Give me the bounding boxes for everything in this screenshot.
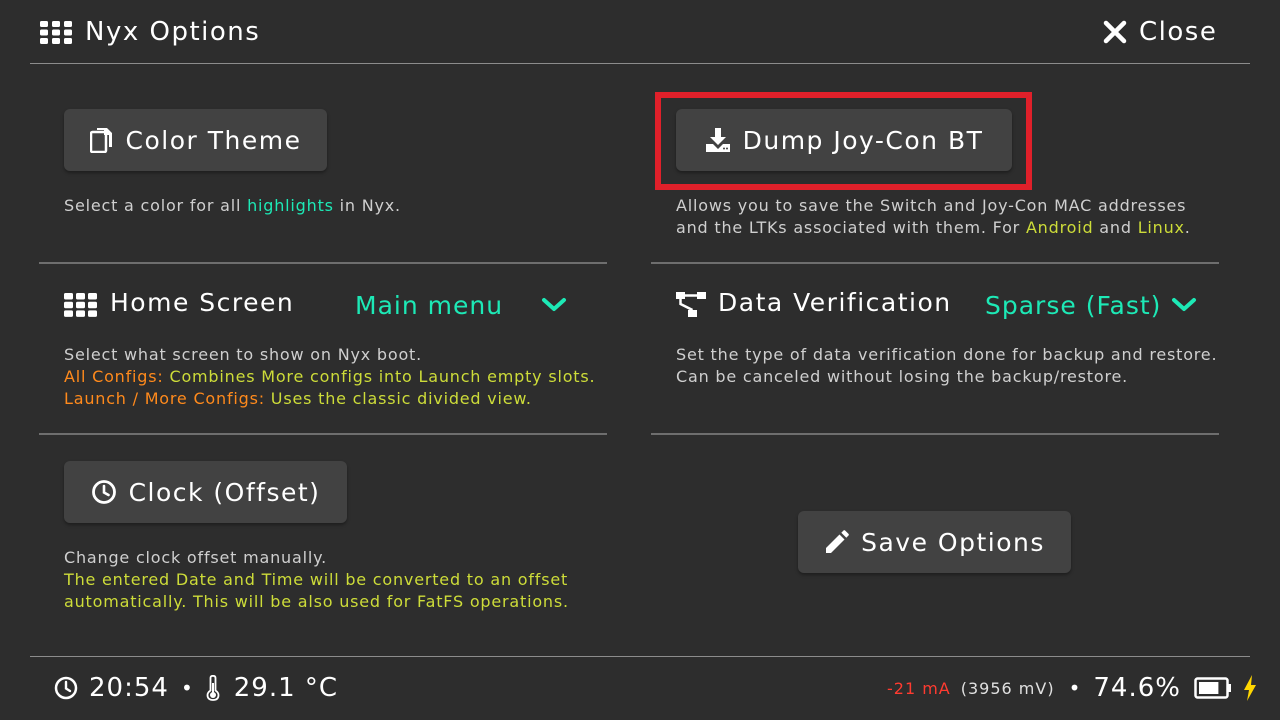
separator: •: [180, 676, 194, 700]
status-bar: 20:54 • 29.1 °C -21 mA (3956 mV) • 74.6%: [0, 666, 1280, 710]
color-theme-description: Select a color for all highlights in Nyx…: [64, 196, 401, 215]
footer-divider: [30, 656, 1250, 657]
close-label: Close: [1139, 17, 1218, 47]
temperature: 29.1 °C: [233, 673, 339, 703]
clock-icon: [91, 480, 116, 504]
clock-offset-label: Clock (Offset): [128, 477, 321, 507]
battery-current: -21 mA: [887, 678, 951, 698]
separator: •: [1068, 676, 1082, 700]
clock-time: 20:54: [89, 673, 169, 703]
close-button[interactable]: Close: [1103, 14, 1217, 50]
clock-icon: [54, 676, 78, 700]
data-verification-description: Set the type of data verification done f…: [676, 345, 1218, 386]
section-divider: [651, 433, 1219, 435]
save-options-label: Save Options: [861, 527, 1045, 557]
header-divider: [30, 63, 1250, 64]
home-screen-label: Home Screen: [110, 288, 295, 317]
close-icon: [1103, 20, 1127, 44]
thermometer-icon: [206, 675, 220, 701]
save-options-button[interactable]: Save Options: [798, 511, 1071, 573]
pencil-icon: [826, 529, 849, 553]
apps-grid-icon: [40, 21, 72, 44]
chevron-down-icon: [1172, 298, 1196, 311]
battery-voltage: (3956 mV): [960, 678, 1055, 698]
clock-offset-button[interactable]: Clock (Offset): [64, 461, 347, 523]
home-grid-icon: [64, 293, 97, 317]
data-verification-label: Data Verification: [718, 288, 952, 317]
color-theme-label: Color Theme: [125, 125, 302, 155]
home-screen-selected: Main menu: [355, 290, 504, 320]
home-screen-dropdown[interactable]: Main menu: [355, 288, 567, 322]
home-screen-description: Select what screen to show on Nyx boot. …: [64, 345, 596, 408]
section-divider: [39, 433, 607, 435]
highlight-box: [655, 92, 1032, 190]
section-divider: [651, 262, 1219, 264]
sitemap-icon: [676, 292, 706, 317]
dump-joycon-description: Allows you to save the Switch and Joy-Co…: [676, 196, 1191, 237]
data-verification-selected: Sparse (Fast): [985, 290, 1162, 320]
clock-description: Change clock offset manually. The entere…: [64, 548, 569, 611]
data-verification-dropdown[interactable]: Sparse (Fast): [985, 288, 1197, 322]
color-theme-button[interactable]: Color Theme: [64, 109, 327, 171]
battery-percent: 74.6%: [1093, 673, 1181, 703]
section-divider: [39, 262, 607, 264]
copy-icon: [89, 128, 112, 153]
page-title: Nyx Options: [85, 17, 261, 47]
chevron-down-icon: [542, 298, 566, 311]
charging-bolt-icon: [1243, 675, 1256, 701]
battery-icon: [1194, 677, 1231, 699]
